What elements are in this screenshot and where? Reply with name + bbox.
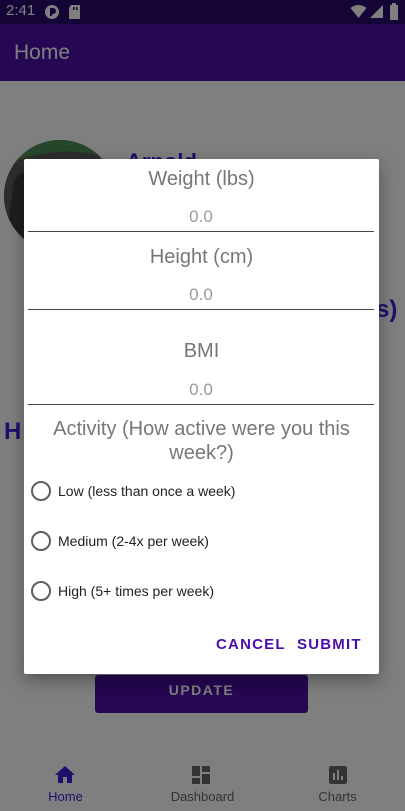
radio-label-high: High (5+ times per week) xyxy=(58,583,215,599)
health-entry-dialog: Weight (lbs) Height (cm) BMI Activity (H… xyxy=(24,159,379,674)
weight-field[interactable] xyxy=(28,202,374,232)
radio-label-low: Low (less than once a week) xyxy=(58,483,236,499)
height-field[interactable] xyxy=(28,280,374,310)
radio-option-high[interactable]: High (5+ times per week) xyxy=(31,579,351,605)
weight-label: Weight (lbs) xyxy=(148,168,255,190)
activity-title: Activity (How active were you this week?… xyxy=(53,418,350,464)
radio-button-icon[interactable] xyxy=(31,581,51,601)
bmi-label: BMI xyxy=(183,340,220,362)
radio-button-icon[interactable] xyxy=(31,531,51,551)
radio-button-icon[interactable] xyxy=(31,481,51,501)
radio-option-medium[interactable]: Medium (2-4x per week) xyxy=(31,529,351,555)
radio-option-low[interactable]: Low (less than once a week) xyxy=(31,479,351,505)
bmi-field[interactable] xyxy=(28,375,374,405)
cancel-button[interactable]: CANCEL xyxy=(216,636,286,653)
height-label: Height (cm) xyxy=(149,246,254,268)
radio-label-medium: Medium (2-4x per week) xyxy=(58,533,209,549)
submit-button[interactable]: SUBMIT xyxy=(297,636,362,653)
